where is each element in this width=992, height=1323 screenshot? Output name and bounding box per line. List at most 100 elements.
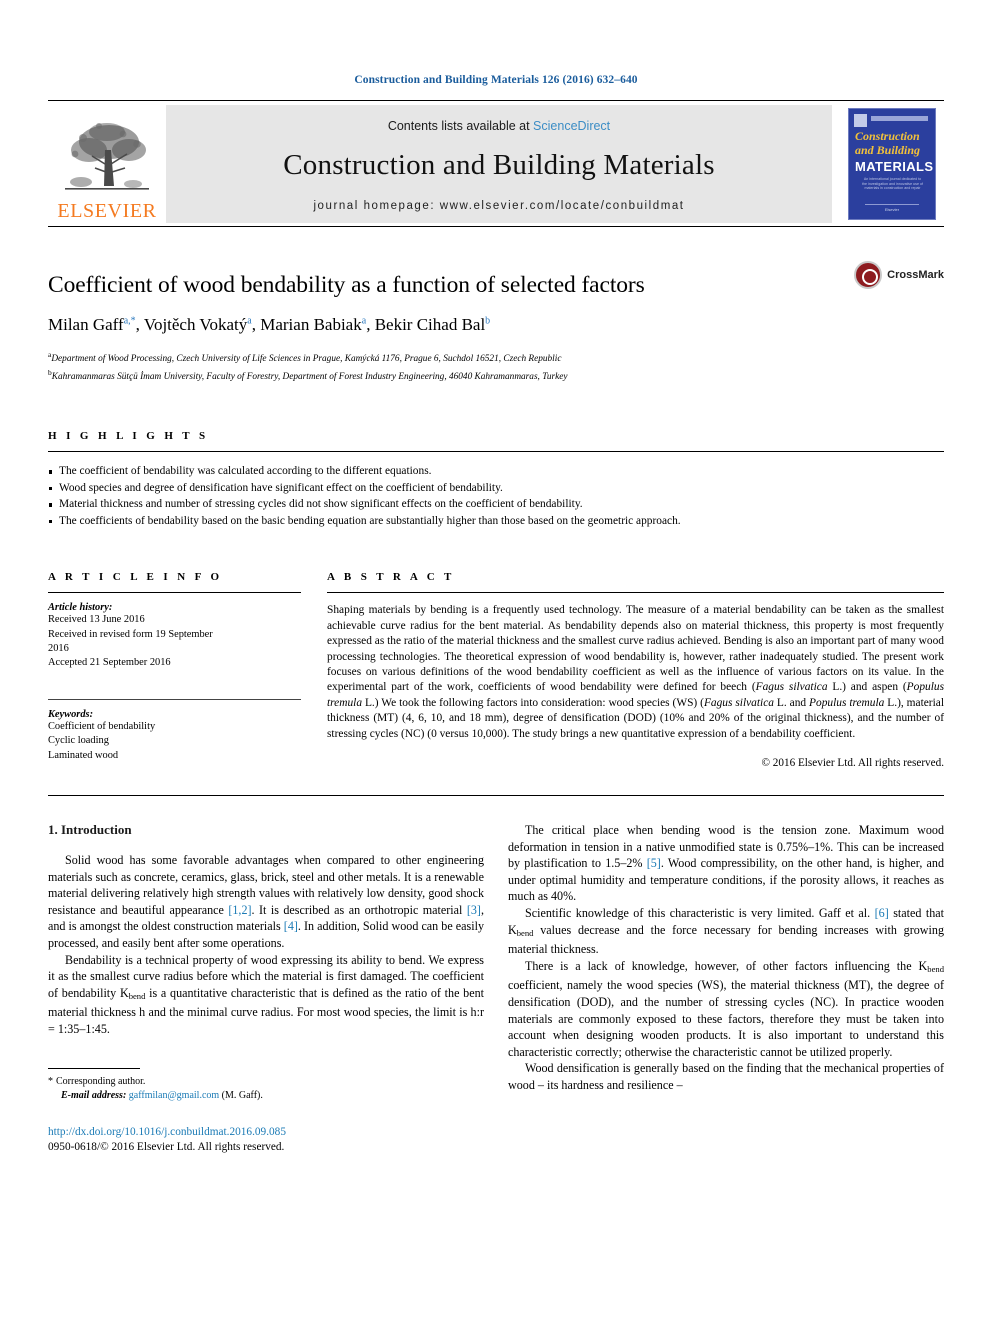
footer-block: http://dx.doi.org/10.1016/j.conbuildmat.… [48, 1125, 484, 1155]
elsevier-tree-icon [59, 120, 155, 200]
elsevier-logo[interactable]: ELSEVIER [48, 105, 166, 223]
cover-top-bar [871, 116, 928, 121]
history-accepted: Accepted 21 September 2016 [48, 656, 171, 668]
author-name: Marian Babiak [260, 315, 362, 335]
title-block: CrossMark Coefficient of wood bendabilit… [48, 227, 944, 384]
history-revised-year: 2016 [48, 642, 69, 654]
intro-right-paragraph-2: Scientific knowledge of this characteris… [508, 905, 944, 958]
abstract-copyright: © 2016 Elsevier Ltd. All rights reserved… [761, 757, 945, 770]
footnote-text: Corresponding author. [56, 1075, 146, 1087]
list-item: Material thickness and number of stressi… [48, 496, 944, 513]
affiliation-text: Kahramanmaras Sütçü İmam University, Fac… [51, 372, 568, 383]
keywords-divider [48, 699, 301, 701]
abstract-column: A B S T R A C T Shaping materials by ben… [327, 571, 944, 769]
journal-cover-thumbnail[interactable]: Construction and Building MATERIALS An i… [840, 105, 944, 223]
cover-title-line1: Construction [855, 129, 920, 143]
email-link[interactable]: gaffmilan@gmail.com [129, 1090, 219, 1101]
elsevier-wordmark: ELSEVIER [57, 200, 157, 222]
author-item[interactable]: Bekir Cihad Balb [375, 315, 490, 334]
list-item: The coefficient of bendability was calcu… [48, 463, 944, 480]
citation-ref[interactable]: [3] [467, 903, 481, 917]
history-received: Received 13 June 2016 [48, 614, 145, 626]
subscript-bend: bend [128, 990, 146, 1001]
footnote-block: * Corresponding author. E-mail address: g… [48, 1067, 484, 1155]
abstract-heading: A B S T R A C T [327, 571, 455, 584]
abstract-divider [327, 592, 944, 594]
journal-band: Contents lists available at ScienceDirec… [166, 105, 832, 223]
text-run: Scientific knowledge of this characteris… [525, 906, 875, 920]
keyword-item: Laminated wood [48, 749, 119, 761]
cover-title-line2: and Building [855, 143, 921, 157]
citation-ref[interactable]: [4] [284, 919, 298, 933]
body-column-right: The critical place when bending wood is … [508, 822, 944, 1155]
text-run: coefficient, namely the wood species (WS… [508, 978, 944, 1059]
cover-footer: Elsevier [865, 204, 919, 212]
highlights-divider [48, 451, 944, 453]
author-list: Milan Gaffa,*, Vojtěch Vokatýa, Marian B… [48, 315, 491, 335]
cover-blurb: An international journal dedicated to th… [862, 177, 923, 191]
species-name: Fagus silvatica [703, 696, 774, 709]
text-run: values decrease and the force necessary … [508, 922, 944, 957]
highlights-heading: H I G H L I G H T S [48, 430, 209, 443]
author-marks[interactable]: a [247, 316, 251, 327]
intro-right-paragraph-4: Wood densification is generally based on… [508, 1061, 944, 1092]
journal-masthead: ELSEVIER Contents lists available at Sci… [48, 105, 944, 223]
author-name: Milan Gaff [48, 315, 124, 335]
crossmark-icon [854, 261, 883, 289]
text-run: There is a lack of knowledge, however, o… [525, 958, 928, 973]
species-name: Fagus silvatica [755, 681, 828, 694]
running-head: Construction and Building Materials 126 … [354, 74, 638, 86]
abstract-text: Shaping materials by bending is a freque… [327, 603, 944, 742]
keywords-block: Keywords: Coefficient of bendability Cyc… [48, 699, 301, 763]
list-item: The coefficients of bendability based on… [48, 513, 944, 530]
cover-image: Construction and Building MATERIALS An i… [848, 108, 936, 220]
list-item: Wood species and degree of densification… [48, 480, 944, 497]
corresponding-author-note: * Corresponding author. [48, 1075, 484, 1089]
author-marks[interactable]: b [485, 316, 490, 327]
subscript-bend: bend [927, 963, 944, 974]
author-item[interactable]: Vojtěch Vokatýa [144, 315, 252, 334]
header-divider [48, 100, 944, 101]
text-run: . It is described as an orthotropic mate… [251, 902, 467, 917]
article-info-heading: A R T I C L E I N F O [48, 571, 223, 584]
cover-elsevier-icon [854, 114, 867, 127]
author-marks[interactable]: a [362, 316, 366, 327]
crossmark-badge[interactable]: CrossMark [854, 261, 944, 289]
keyword-item: Cyclic loading [48, 735, 109, 747]
article-history-label: Article history: [48, 602, 113, 614]
section-title-introduction: 1. Introduction [48, 822, 132, 838]
journal-homepage[interactable]: journal homepage: www.elsevier.com/locat… [313, 200, 684, 212]
author-item[interactable]: Milan Gaffa,* [48, 315, 136, 334]
email-note: E-mail address: gaffmilan@gmail.com (M. … [48, 1089, 484, 1103]
author-name: Bekir Cihad Bal [374, 315, 486, 335]
abstract-part-4: L. and [773, 696, 810, 709]
info-abstract-row: A R T I C L E I N F O Article history: R… [48, 571, 944, 769]
highlights-list: The coefficient of bendability was calcu… [48, 463, 944, 529]
contents-available-line: Contents lists available at ScienceDirec… [388, 119, 610, 133]
sciencedirect-link[interactable]: ScienceDirect [533, 119, 610, 133]
doi-link[interactable]: http://dx.doi.org/10.1016/j.conbuildmat.… [48, 1125, 484, 1140]
email-owner: (M. Gaff). [221, 1089, 263, 1101]
author-marks[interactable]: a,* [124, 316, 136, 327]
contents-prefix: Contents lists available at [387, 118, 534, 133]
abstract-part-2: L.) and aspen ( [827, 681, 907, 694]
abstract-part-3: L.) We took the following factors into c… [362, 696, 704, 709]
highlights-section: H I G H L I G H T S The coefficient of b… [48, 430, 944, 529]
body-column-left: 1. Introduction Solid wood has some favo… [48, 822, 484, 1155]
intro-right-paragraph-3: There is a lack of knowledge, however, o… [508, 958, 944, 1061]
article-page: Construction and Building Materials 126 … [0, 0, 992, 1155]
article-info-column: A R T I C L E I N F O Article history: R… [48, 571, 301, 769]
citation-ref[interactable]: [1,2] [228, 903, 251, 917]
footnote-marker: * [48, 1075, 53, 1087]
history-revised: Received in revised form 19 September [48, 628, 213, 640]
keywords-label: Keywords: [48, 709, 94, 721]
subscript-bend: bend [516, 927, 534, 938]
author-item[interactable]: Marian Babiaka [260, 315, 366, 334]
intro-paragraph-2: Bendability is a technical property of w… [48, 952, 484, 1038]
intro-right-paragraph-1: The critical place when bending wood is … [508, 822, 944, 905]
cover-title-line3: MATERIALS [855, 159, 934, 174]
body-columns: 1. Introduction Solid wood has some favo… [48, 822, 944, 1155]
email-label: E-mail address: [61, 1089, 127, 1101]
citation-ref[interactable]: [5] [647, 856, 661, 870]
citation-ref[interactable]: [6] [875, 906, 889, 920]
